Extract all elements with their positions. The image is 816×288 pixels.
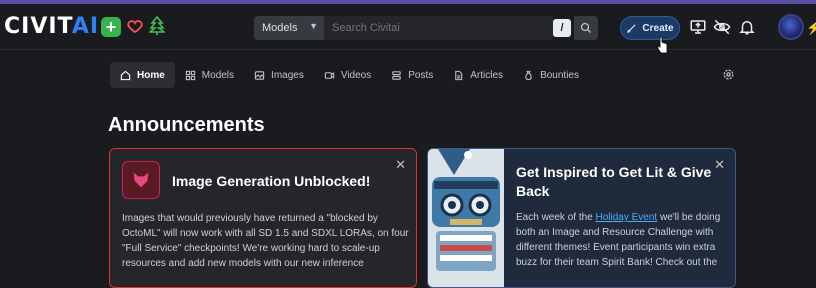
heart-icon[interactable]: [126, 17, 144, 35]
add-button[interactable]: +: [101, 17, 121, 37]
robot-illustration: [428, 149, 504, 287]
bell-icon[interactable]: [738, 18, 756, 36]
christmas-tree-icon[interactable]: [149, 16, 165, 36]
holiday-event-link[interactable]: Holiday Event: [596, 212, 658, 223]
nav-tab-articles[interactable]: Articles: [443, 62, 513, 88]
nav-tab-images[interactable]: Images: [244, 62, 314, 88]
main-nav-tabs: Home Models Images Videos Posts Articles…: [110, 62, 589, 88]
nav-tab-models[interactable]: Models: [175, 62, 244, 88]
bolt-icon[interactable]: ⚡: [806, 20, 816, 36]
nav-tab-label: Posts: [408, 69, 434, 81]
moneybag-icon: [525, 70, 532, 80]
nav-tab-label: Images: [271, 69, 304, 81]
settings-gear-icon[interactable]: [722, 68, 735, 81]
card-icon-box: [122, 161, 160, 199]
nav-tab-label: Videos: [340, 69, 372, 81]
announcement-card-generation: Image Generation Unblocked! ✕ Images tha…: [109, 148, 417, 288]
search-category-select[interactable]: Models ▼: [254, 16, 324, 40]
nav-tab-label: Home: [137, 69, 165, 81]
card-body-text: Each week of the: [516, 212, 596, 223]
card-title: Image Generation Unblocked!: [172, 173, 371, 189]
nav-tab-label: Bounties: [540, 69, 579, 81]
create-button[interactable]: Create: [620, 16, 680, 40]
card-body: Images that would previously have return…: [122, 213, 409, 269]
shield-fox-icon: [133, 172, 149, 188]
logo-text-ai: AI: [71, 14, 100, 39]
search-shortcut-key: /: [553, 19, 571, 37]
mouse-cursor-icon: [657, 36, 668, 54]
photo-icon: [254, 70, 265, 80]
upload-monitor-icon[interactable]: [689, 18, 707, 36]
brush-icon: [627, 23, 636, 33]
chevron-down-icon: ▼: [309, 21, 318, 31]
home-icon: [120, 70, 131, 80]
page-title: Announcements: [108, 114, 265, 136]
card-title: Get Inspired to Get Lit & Give Back: [516, 164, 712, 199]
search-icon: [580, 22, 591, 33]
nav-tab-posts[interactable]: Posts: [381, 62, 443, 88]
layout-grid-icon: [185, 70, 195, 80]
nav-tab-label: Models: [201, 69, 235, 81]
user-avatar[interactable]: [778, 14, 804, 40]
civitai-logo[interactable]: CIVITAI: [4, 14, 99, 39]
eye-off-icon[interactable]: [713, 18, 731, 36]
nav-tab-videos[interactable]: Videos: [314, 62, 381, 88]
nav-tab-label: Articles: [470, 69, 504, 81]
top-header: CIVITAI + Models ▼ / Create ⚡: [0, 4, 816, 54]
card-body: Each week of the Holiday Event we'll be …: [516, 210, 730, 270]
nav-tab-bounties[interactable]: Bounties: [513, 62, 589, 88]
close-icon[interactable]: ✕: [714, 157, 725, 173]
search-button[interactable]: [574, 16, 598, 40]
create-button-label: Create: [642, 22, 674, 34]
search-bar: Models ▼ /: [254, 16, 598, 40]
announcement-card-holiday: Get Inspired to Get Lit & Give Back ✕ Ea…: [427, 148, 736, 288]
logo-text-civit: CIVIT: [4, 14, 72, 39]
search-category-value: Models: [262, 22, 298, 34]
file-text-icon: [455, 70, 463, 80]
nav-tab-home[interactable]: Home: [110, 62, 175, 88]
search-input[interactable]: [324, 16, 553, 40]
close-icon[interactable]: ✕: [395, 157, 406, 173]
video-icon: [324, 71, 335, 79]
stack-icon: [392, 70, 401, 80]
